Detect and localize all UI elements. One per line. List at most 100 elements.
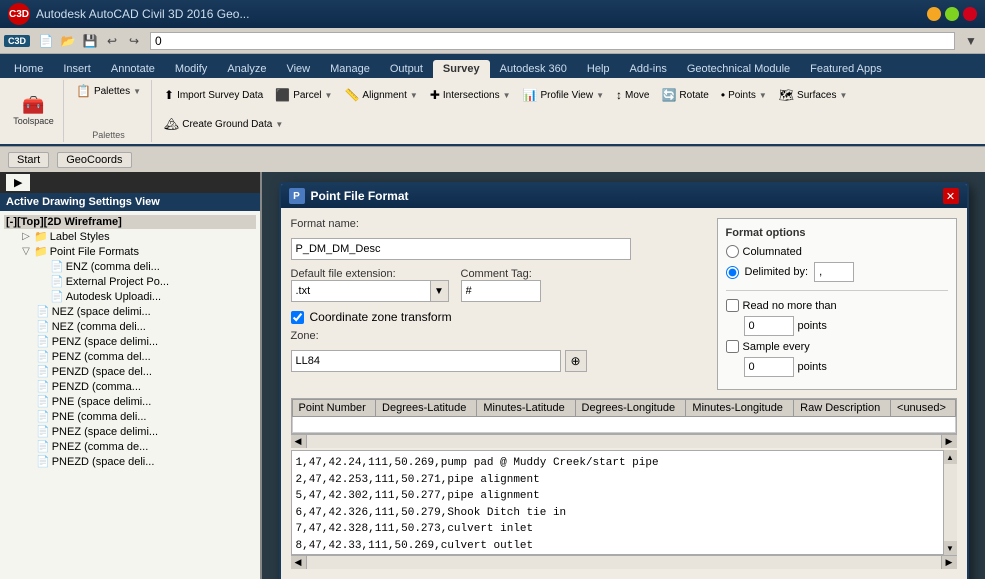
text-h-scroll-left[interactable]: ◀ [291,556,307,569]
tree-item-penz-comma[interactable]: 📄 PENZ (comma del... [4,349,256,364]
ext-select: ▼ [291,280,449,302]
create-ground-button[interactable]: 🏔 Create Ground Data ▼ [160,115,287,133]
tree-item-enz-comma[interactable]: 📄 ENZ (comma deli... [4,259,256,274]
tree-item-autodesk[interactable]: 📄 Autodesk Uploadi... [4,289,256,304]
tree-item-point-file-formats[interactable]: ▽ 📁 Point File Formats [4,244,256,259]
coord-zone-checkbox[interactable] [291,311,304,324]
h-scroll-left-btn[interactable]: ◀ [291,435,307,448]
data-line-3: 5,47,42.302,111,50.277,pipe alignment [296,488,940,505]
tab-featured-apps[interactable]: Featured Apps [800,60,892,78]
tree-item-penzd-space[interactable]: 📄 PENZD (space del... [4,364,256,379]
table-h-scroll[interactable]: ◀ ▶ [291,434,957,448]
data-line-6: 8,47,42.33,111,50.269,culvert outlet [296,538,940,555]
read-no-more-checkbox[interactable] [726,299,739,312]
v-scroll-up-btn[interactable]: ▲ [944,450,957,464]
text-data-area[interactable]: 1,47,42.24,111,50.269,pump pad @ Muddy C… [291,450,957,555]
dialog-close-button[interactable]: ✕ [943,188,959,204]
points-button[interactable]: • Points ▼ [717,86,771,104]
tree-item-nez-space[interactable]: 📄 NEZ (space delimi... [4,304,256,319]
rotate-button[interactable]: 🔄 Rotate [657,86,712,104]
points-dropdown: ▼ [759,91,767,100]
tree-item-label-styles[interactable]: ▷ 📁 Label Styles [4,229,256,244]
icon-pne-comma: 📄 [36,410,50,423]
tree-item-pnezd-space[interactable]: 📄 PNEZD (space deli... [4,454,256,469]
comment-tag-input[interactable] [461,280,541,302]
sample-every-label: Sample every [743,341,810,353]
tree-item-pnez-comma[interactable]: 📄 PNEZ (comma de... [4,439,256,454]
tree-item-penzd-comma[interactable]: 📄 PENZD (comma... [4,379,256,394]
alignment-dropdown: ▼ [410,91,418,100]
tree-area[interactable]: [-][Top][2D Wireframe] ▷ 📁 Label Styles … [0,211,260,579]
profile-view-label: Profile View [540,90,593,101]
sample-every-value-row: points [726,357,948,377]
drawing-area[interactable]: P Point File Format ✕ Format name: [262,172,985,579]
tree-item-pnez-space[interactable]: 📄 PNEZ (space delimi... [4,424,256,439]
toolspace-button[interactable]: 🧰 Toolspace [10,93,57,129]
toolspace-header: ▶ [0,172,260,193]
tab-addins[interactable]: Add-ins [620,60,677,78]
v-scroll-down-btn[interactable]: ▼ [944,541,957,555]
tab-geotechnical[interactable]: Geotechnical Module [677,60,800,78]
start-button[interactable]: Start [8,152,49,168]
create-ground-icon: 🏔 [164,117,179,131]
minimize-button[interactable] [927,7,941,21]
tab-analyze[interactable]: Analyze [217,60,276,78]
intersections-button[interactable]: ✚ Intersections ▼ [426,86,515,104]
undo-button[interactable]: ↩ [102,31,122,51]
zone-picker-btn[interactable]: ⊕ [565,350,587,372]
tab-survey[interactable]: Survey [433,60,490,78]
tree-item-external[interactable]: 📄 External Project Po... [4,274,256,289]
label-penzd-space: PENZD (space del... [52,366,152,378]
alignment-button[interactable]: 📏 Alignment ▼ [340,86,421,104]
tree-item-penz-space[interactable]: 📄 PENZ (space delimi... [4,334,256,349]
redo-button[interactable]: ↪ [124,31,144,51]
read-no-more-input[interactable] [744,316,794,336]
format-name-input[interactable] [291,238,631,260]
tab-manage[interactable]: Manage [320,60,380,78]
tree-item-pne-comma[interactable]: 📄 PNE (comma deli... [4,409,256,424]
sample-every-checkbox[interactable] [726,340,739,353]
text-h-scroll-right[interactable]: ▶ [941,556,957,569]
save-button[interactable]: 💾 [80,31,100,51]
parcel-button[interactable]: ⬛ Parcel ▼ [271,86,336,104]
ext-dropdown-btn[interactable]: ▼ [431,280,449,302]
tab-help[interactable]: Help [577,60,620,78]
dropdown-btn[interactable]: ▼ [961,31,981,51]
tab-view[interactable]: View [276,60,320,78]
move-button[interactable]: ↕ Move [612,86,653,104]
command-input-area[interactable]: 0 [150,32,955,50]
parcel-icon: ⬛ [275,88,290,102]
tree-item-pne-space[interactable]: 📄 PNE (space delimi... [4,394,256,409]
tab-output[interactable]: Output [380,60,433,78]
icon-point-file-formats: 📁 [34,245,48,258]
sample-every-input[interactable] [744,357,794,377]
h-scroll-right-btn[interactable]: ▶ [941,435,957,448]
close-button[interactable] [963,7,977,21]
text-h-scroll[interactable]: ◀ ▶ [291,555,957,569]
delimiter-input[interactable] [814,262,854,282]
tab-insert[interactable]: Insert [53,60,101,78]
ext-tag-row: Default file extension: ▼ Comment Tag: [291,268,707,302]
ext-input[interactable] [291,280,431,302]
geocoords-button[interactable]: GeoCoords [57,152,131,168]
maximize-button[interactable] [945,7,959,21]
import-survey-button[interactable]: ⬆ Import Survey Data [160,86,267,104]
palettes-button[interactable]: 📋 Palettes ▼ [72,82,145,100]
toolspace-tab-active[interactable]: ▶ [6,174,30,191]
icon-external: 📄 [50,275,64,288]
surfaces-button[interactable]: 🗺 Surfaces ▼ [775,86,852,104]
title-bar-controls[interactable] [927,7,977,21]
tree-item-nez-comma[interactable]: 📄 NEZ (comma deli... [4,319,256,334]
delimited-radio[interactable] [726,266,739,279]
tab-modify[interactable]: Modify [165,60,217,78]
text-v-scroll[interactable]: ▲ ▼ [943,450,957,555]
new-button[interactable]: 📄 [36,31,56,51]
tab-home[interactable]: Home [4,60,53,78]
zone-input[interactable] [291,350,561,372]
open-button[interactable]: 📂 [58,31,78,51]
tab-annotate[interactable]: Annotate [101,60,165,78]
palettes-icon: 📋 [76,84,91,98]
tab-autodesk360[interactable]: Autodesk 360 [490,60,577,78]
profile-view-button[interactable]: 📊 Profile View ▼ [519,86,609,104]
columnar-radio[interactable] [726,245,739,258]
